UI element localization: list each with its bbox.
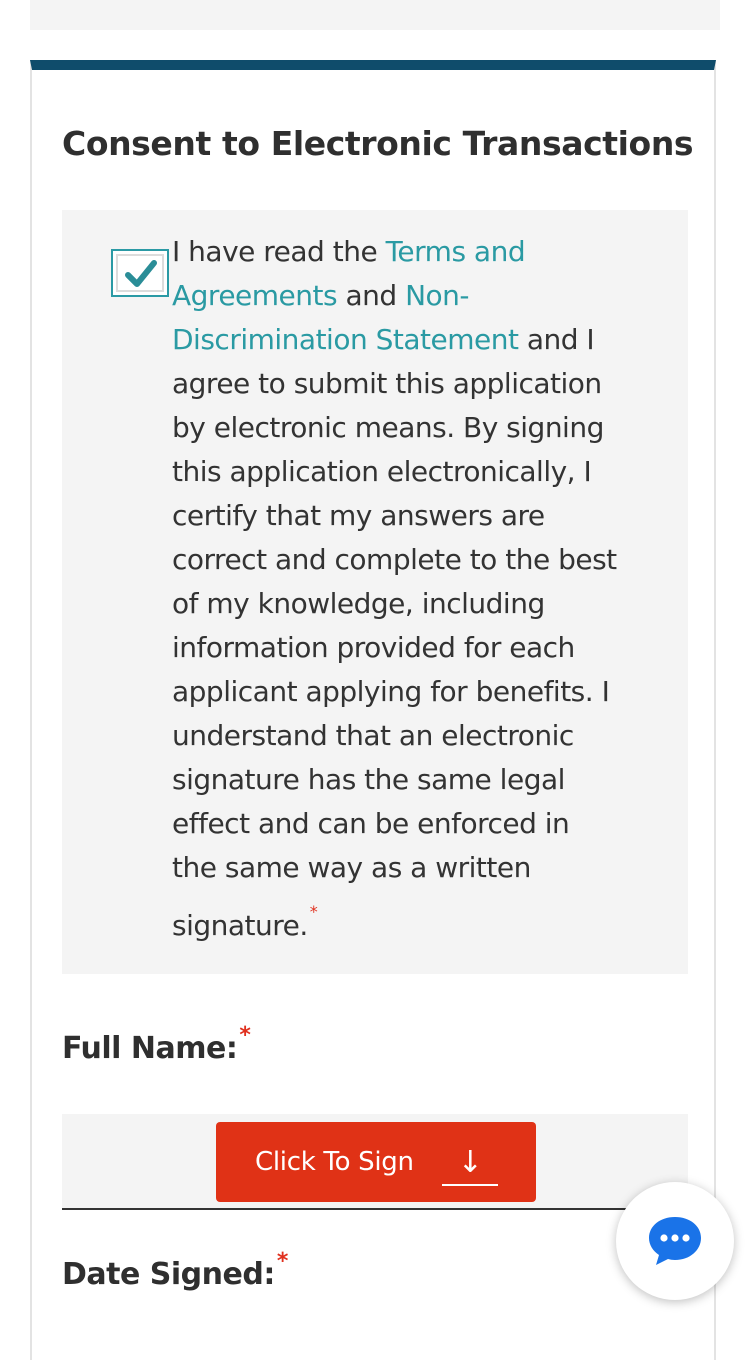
required-asterisk: * (276, 1249, 289, 1274)
top-section-strip (30, 0, 720, 30)
full-name-label: Full Name:* (62, 1016, 251, 1069)
date-signed-label: Date Signed:* (62, 1242, 288, 1295)
date-signed-label-text: Date Signed: (62, 1257, 275, 1292)
consent-text-and: and (337, 279, 406, 312)
consent-checkbox[interactable] (111, 249, 169, 297)
click-to-sign-label: Click To Sign (255, 1147, 414, 1177)
consent-statement: I have read the Terms and Agreements and… (172, 230, 622, 948)
consent-text-body: and I agree to submit this application b… (172, 323, 617, 942)
checkmark-icon (125, 260, 157, 287)
chat-bubble-icon (649, 1217, 701, 1265)
required-asterisk: * (309, 902, 318, 921)
click-to-sign-button[interactable]: Click To Sign ↓ (216, 1122, 536, 1202)
section-title: Consent to Electronic Transactions (62, 124, 694, 163)
required-asterisk: * (239, 1023, 251, 1048)
consent-text-intro: I have read the (172, 235, 386, 268)
chat-button[interactable] (616, 1182, 734, 1300)
arrow-down-icon: ↓ (442, 1144, 498, 1186)
full-name-label-text: Full Name: (62, 1031, 238, 1066)
